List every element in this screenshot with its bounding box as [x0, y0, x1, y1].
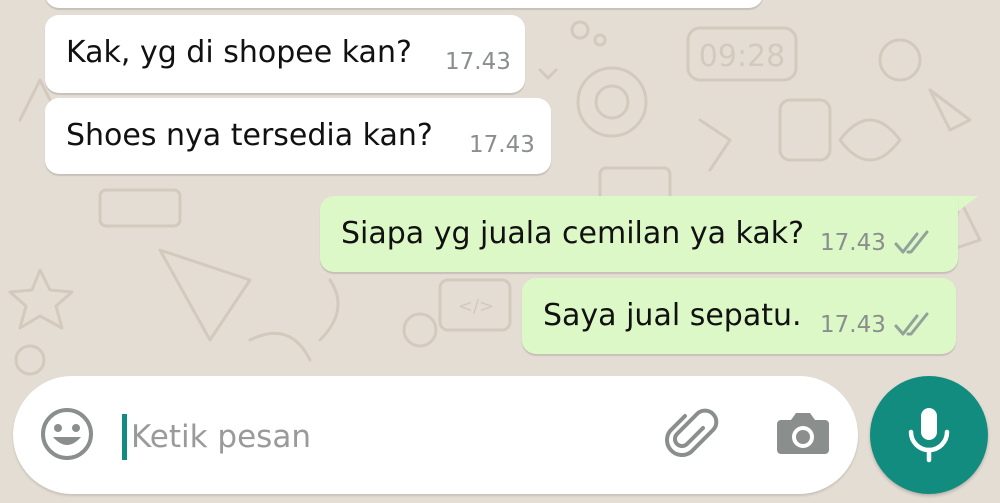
microphone-icon: [908, 408, 950, 463]
message-text: Saya jual sepatu.: [543, 298, 802, 333]
message-text: Kak, yg di shopee kan?: [66, 35, 412, 70]
double-check-icon: [894, 312, 929, 336]
message-text: Shoes nya tersedia kan?: [66, 118, 433, 153]
double-check-icon: [894, 230, 929, 254]
paperclip-icon[interactable]: [663, 404, 723, 464]
text-caret: [122, 414, 127, 460]
message-timestamp: 17.43: [445, 49, 511, 75]
svg-text:</>: </>: [458, 296, 494, 317]
message-timestamp: 17.43: [820, 312, 886, 338]
message-bubble-partial: [45, 0, 763, 8]
message-bubble-incoming[interactable]: Kak, yg di shopee kan? 17.43: [45, 15, 525, 93]
microphone-button[interactable]: [870, 376, 988, 494]
camera-icon[interactable]: [775, 406, 831, 458]
emoji-icon[interactable]: [39, 406, 95, 462]
message-timestamp: 17.43: [469, 132, 535, 158]
message-composer: [13, 376, 858, 494]
message-bubble-outgoing[interactable]: Siapa yg juala cemilan ya kak? 17.43: [320, 196, 958, 272]
message-bubble-incoming[interactable]: Shoes nya tersedia kan? 17.43: [45, 98, 551, 174]
message-text: Siapa yg juala cemilan ya kak?: [341, 216, 805, 251]
message-input[interactable]: [131, 410, 631, 464]
message-timestamp: 17.43: [820, 230, 886, 256]
message-bubble-outgoing[interactable]: Saya jual sepatu. 17.43: [522, 278, 956, 354]
svg-text:09:28: 09:28: [699, 39, 785, 74]
